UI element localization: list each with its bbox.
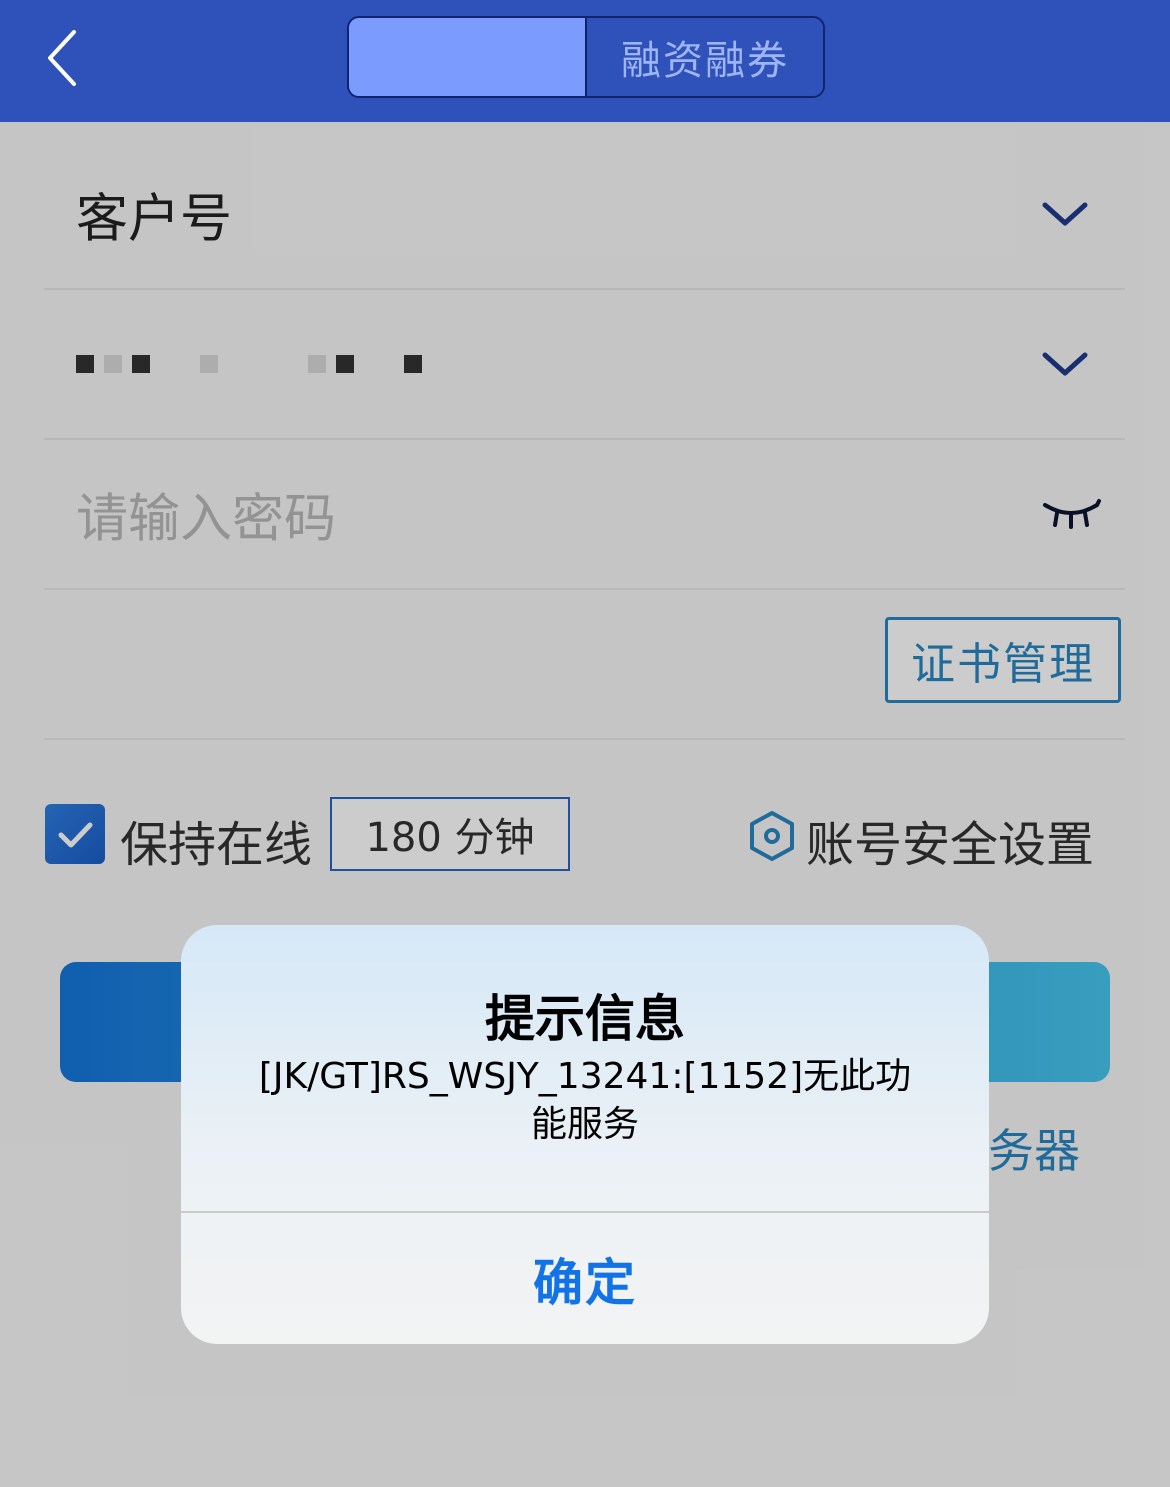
alert-dialog: 提示信息 [JK/GT]RS_WSJY_13241:[1152]无此功能服务 确… [181,925,989,1344]
tab-ordinary-trading[interactable] [349,18,585,96]
back-icon[interactable] [38,26,98,90]
dialog-message: [JK/GT]RS_WSJY_13241:[1152]无此功能服务 [258,1056,912,1145]
top-bar: 融资融券 [0,0,1170,122]
account-type-segmented-control: 融资融券 [347,16,825,98]
tab-margin-trading[interactable]: 融资融券 [585,18,823,96]
confirm-button[interactable]: 确定 [181,1213,989,1344]
dialog-title: 提示信息 [485,990,685,1048]
